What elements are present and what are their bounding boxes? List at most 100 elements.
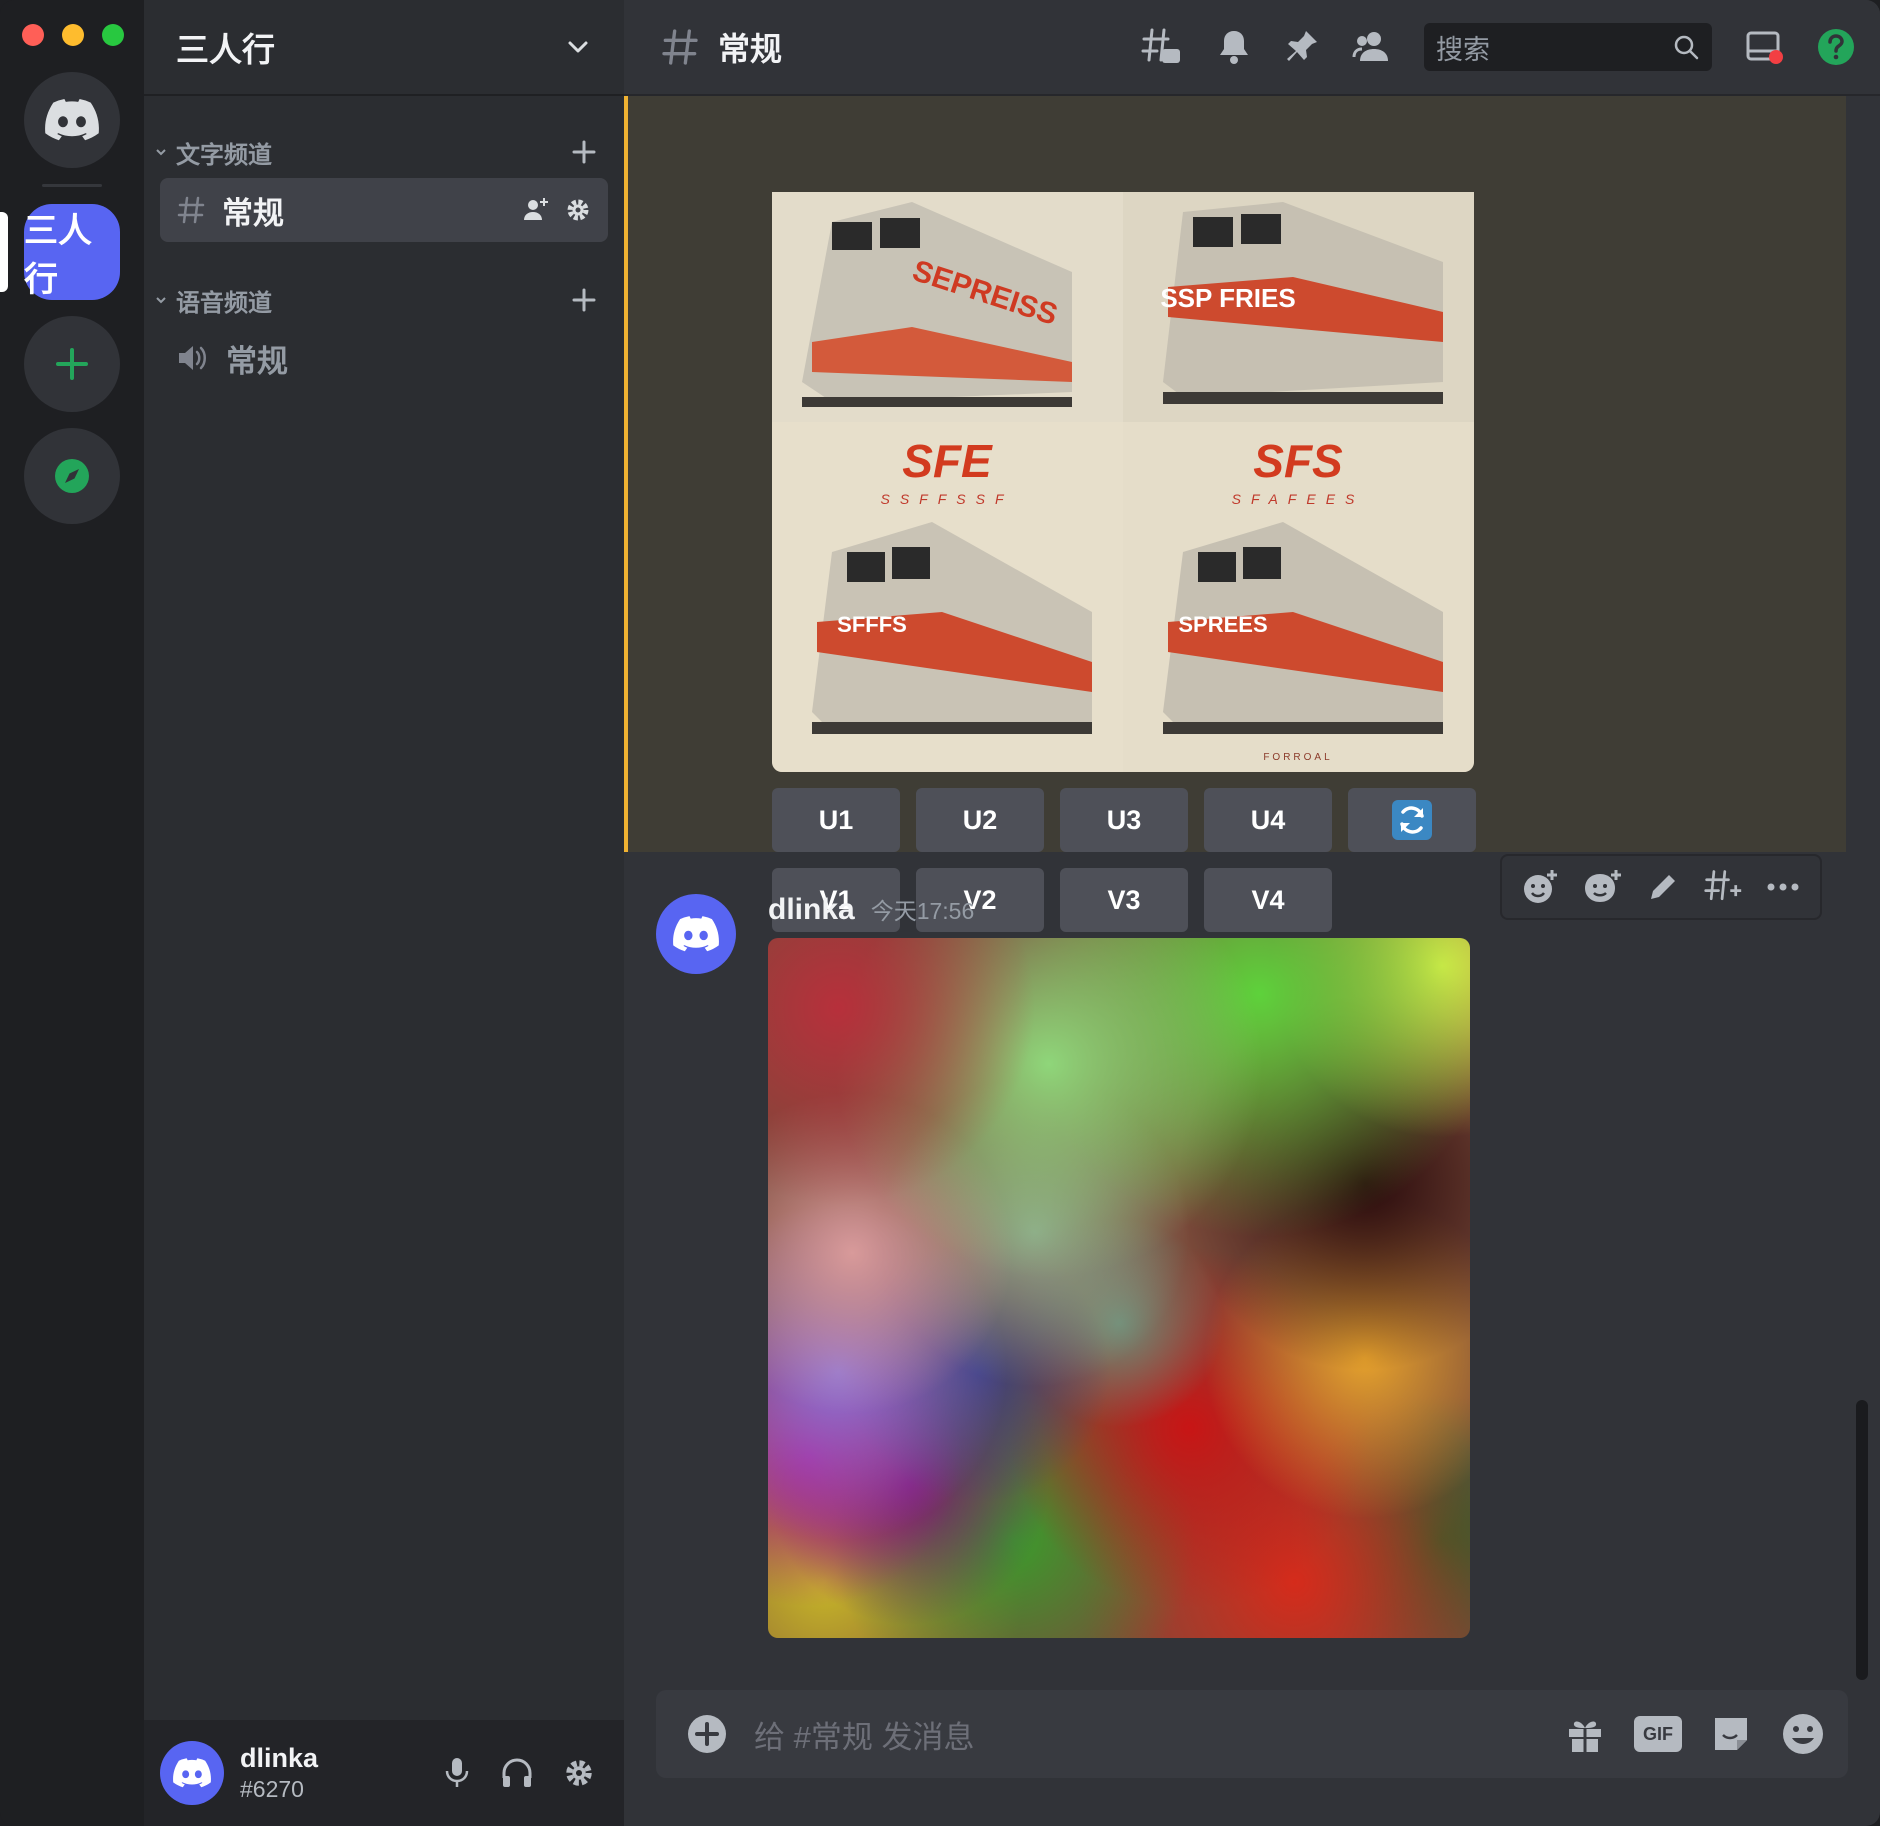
sticker-icon[interactable] bbox=[1710, 1713, 1752, 1755]
upscale-button-row: U1 U2 U3 U4 bbox=[772, 788, 1476, 852]
train-illustration: SSP FRIES bbox=[1123, 192, 1474, 422]
category-voice-channels[interactable]: 语音频道 bbox=[154, 280, 614, 320]
image-grid[interactable]: SEPREISS SSP FRIES SFE SSFFSSF SFFFS SFS… bbox=[772, 192, 1474, 772]
tile-logo: SFS bbox=[1253, 435, 1343, 487]
channel-item-general-text[interactable]: 常规 bbox=[160, 178, 608, 242]
discord-logo-icon bbox=[173, 1758, 211, 1788]
close-window-button[interactable] bbox=[22, 24, 44, 46]
chevron-down-icon bbox=[568, 41, 588, 53]
app-window: 三人行 三人行 文字频道 常规 语音频道 常规 dlinka #6270 常规 … bbox=[0, 0, 1880, 1826]
explore-servers-button[interactable] bbox=[24, 428, 120, 524]
invite-member-icon[interactable] bbox=[522, 196, 550, 224]
user-tag: #6270 bbox=[240, 1776, 304, 1802]
threads-icon[interactable] bbox=[1140, 27, 1184, 67]
channel-item-general-voice[interactable]: 常规 bbox=[160, 326, 608, 390]
avatar[interactable] bbox=[656, 894, 736, 974]
user-info[interactable]: dlinka #6270 bbox=[160, 1741, 318, 1805]
variation-button-3[interactable]: V3 bbox=[1060, 868, 1188, 932]
image-tile[interactable]: SSP FRIES bbox=[1123, 192, 1474, 422]
chevron-down-icon bbox=[156, 297, 166, 304]
image-tile[interactable]: SFS SFAFEES SPREES FORROAL bbox=[1123, 422, 1474, 772]
add-channel-plus-icon[interactable] bbox=[570, 286, 598, 314]
rail-divider bbox=[42, 184, 102, 187]
selected-server-indicator bbox=[0, 212, 8, 292]
message-composer[interactable]: 给 #常规 发消息 GIF bbox=[656, 1690, 1848, 1778]
hashtag-icon bbox=[662, 29, 698, 65]
channel-sidebar: 三人行 文字频道 常规 语音频道 常规 dlinka #6270 bbox=[144, 0, 624, 1826]
tile-train-text: SFFFS bbox=[837, 612, 907, 637]
edit-pencil-icon[interactable] bbox=[1645, 869, 1681, 905]
server-header[interactable]: 三人行 bbox=[144, 0, 624, 96]
gift-icon[interactable] bbox=[1564, 1713, 1606, 1755]
chat-scrollbar[interactable] bbox=[1856, 1400, 1868, 1680]
user-settings-gear-icon[interactable] bbox=[562, 1756, 596, 1790]
tile-sublogo: SFAFEES bbox=[1232, 491, 1365, 507]
variation-button-4[interactable]: V4 bbox=[1204, 868, 1332, 932]
composer-placeholder: 给 #常规 发消息 bbox=[754, 1719, 975, 1755]
image-tile[interactable]: SFE SSFFSSF SFFFS bbox=[772, 422, 1123, 772]
upscale-button-4[interactable]: U4 bbox=[1204, 788, 1332, 852]
train-illustration: SFS SFAFEES SPREES FORROAL bbox=[1123, 422, 1474, 772]
speaker-icon bbox=[179, 346, 206, 370]
add-reaction-icon[interactable] bbox=[1521, 868, 1559, 906]
tile-sublogo: SSFFSSF bbox=[880, 491, 1013, 507]
avatar[interactable] bbox=[160, 1741, 224, 1805]
category-label: 文字频道 bbox=[176, 141, 272, 169]
upscale-button-2[interactable]: U2 bbox=[916, 788, 1044, 852]
tile-caption: FORROAL bbox=[1263, 752, 1332, 763]
category-label: 语音频道 bbox=[176, 289, 272, 317]
members-icon[interactable] bbox=[1352, 29, 1392, 65]
headphones-icon[interactable] bbox=[500, 1756, 534, 1790]
hashtag-icon bbox=[177, 196, 205, 224]
zoom-window-button[interactable] bbox=[102, 24, 124, 46]
gear-icon[interactable] bbox=[564, 196, 592, 224]
microphone-icon[interactable] bbox=[442, 1756, 472, 1790]
more-options-icon[interactable] bbox=[1765, 881, 1801, 893]
user-name: dlinka bbox=[240, 1743, 319, 1773]
minimize-window-button[interactable] bbox=[62, 24, 84, 46]
home-button[interactable] bbox=[24, 72, 120, 168]
search-input[interactable]: 搜索 bbox=[1424, 23, 1712, 71]
train-illustration: SEPREISS bbox=[772, 192, 1123, 422]
upscale-button-1[interactable]: U1 bbox=[772, 788, 900, 852]
discord-logo-icon bbox=[45, 99, 99, 141]
tile-logo: SFE bbox=[902, 435, 993, 487]
super-reaction-icon[interactable] bbox=[1581, 868, 1623, 906]
tile-train-text: SPREES bbox=[1178, 612, 1267, 637]
image-attachment-blurred[interactable] bbox=[768, 938, 1470, 1638]
server-name: 三人行 bbox=[176, 31, 275, 68]
upscale-button-3[interactable]: U3 bbox=[1060, 788, 1188, 852]
channel-name: 常规 bbox=[226, 343, 288, 379]
bell-icon[interactable] bbox=[1216, 28, 1252, 66]
pin-icon[interactable] bbox=[1284, 28, 1320, 66]
category-text-channels[interactable]: 文字频道 bbox=[154, 132, 614, 172]
help-icon[interactable] bbox=[1816, 27, 1856, 67]
create-thread-icon[interactable] bbox=[1703, 868, 1743, 906]
message-author[interactable]: dlinka bbox=[768, 893, 855, 927]
message-hover-toolbar bbox=[1500, 854, 1822, 920]
channel-name: 常规 bbox=[222, 195, 284, 231]
add-channel-plus-icon[interactable] bbox=[570, 138, 598, 166]
server-icon-sanrenxing[interactable]: 三人行 bbox=[24, 204, 120, 300]
gif-button[interactable]: GIF bbox=[1634, 1716, 1682, 1752]
server-rail: 三人行 bbox=[0, 0, 144, 1826]
channel-title: 常规 bbox=[718, 31, 783, 67]
compass-icon bbox=[55, 459, 89, 493]
add-server-button[interactable] bbox=[24, 316, 120, 412]
tile-train-text: SSP FRIES bbox=[1160, 283, 1295, 313]
highlighted-message: SEPREISS SSP FRIES SFE SSFFSSF SFFFS SFS… bbox=[624, 96, 1846, 932]
refresh-icon bbox=[1392, 800, 1432, 840]
emoji-icon[interactable] bbox=[1780, 1711, 1826, 1757]
plus-icon bbox=[56, 348, 88, 380]
attach-plus-icon[interactable] bbox=[686, 1713, 728, 1755]
search-placeholder: 搜索 bbox=[1436, 34, 1490, 65]
train-illustration: SFE SSFFSSF SFFFS bbox=[772, 422, 1123, 772]
message-timestamp: 今天17:56 bbox=[870, 898, 975, 924]
reroll-button[interactable] bbox=[1348, 788, 1476, 852]
search-icon bbox=[1674, 35, 1699, 60]
inbox-icon[interactable] bbox=[1744, 27, 1784, 67]
discord-logo-icon bbox=[673, 916, 719, 952]
chevron-down-icon bbox=[156, 149, 166, 156]
user-panel: dlinka #6270 bbox=[144, 1720, 624, 1826]
image-tile[interactable]: SEPREISS bbox=[772, 192, 1123, 422]
